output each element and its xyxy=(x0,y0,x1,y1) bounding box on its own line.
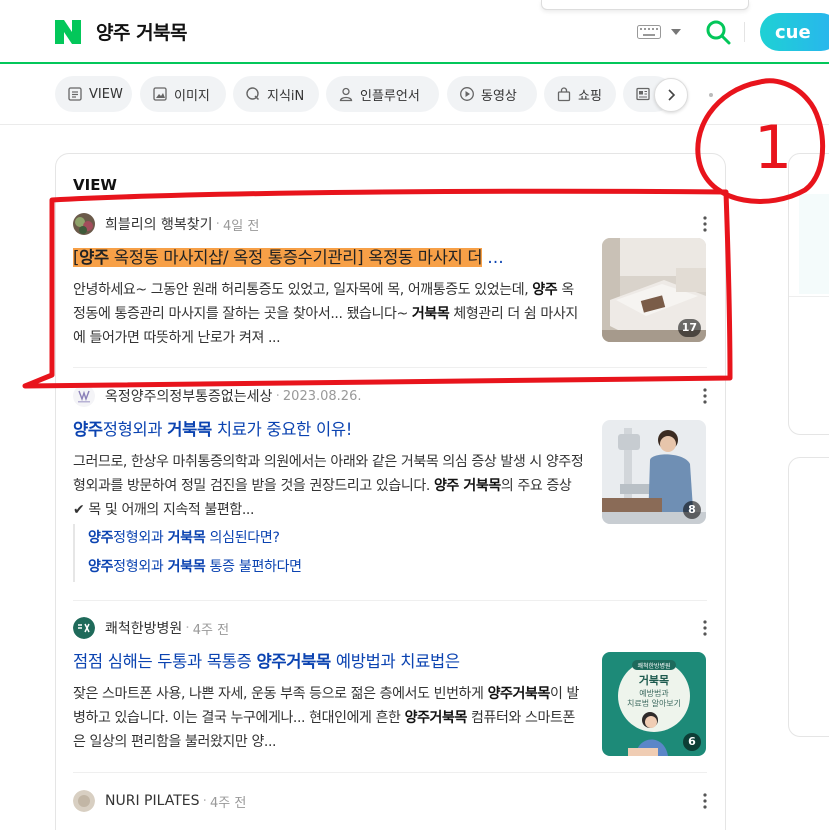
image-icon xyxy=(153,87,167,101)
post-date: 2023.08.26. xyxy=(282,388,362,404)
list-item: 옥정양주의정부통증없는세상 · 2023.08.26. 양주정형외과 거북목 치… xyxy=(73,384,707,594)
avatar xyxy=(73,213,95,235)
tab-scroll-next-button[interactable] xyxy=(654,78,688,112)
tab-label: 인플루언서 xyxy=(360,88,420,104)
separator: · xyxy=(215,216,220,232)
tab-video[interactable]: 동영상 xyxy=(447,76,537,112)
separator: · xyxy=(275,388,280,404)
post-date: 4주 전 xyxy=(209,795,247,811)
chevron-down-icon[interactable] xyxy=(671,29,681,35)
avatar xyxy=(73,790,95,812)
side-panel xyxy=(788,153,829,435)
tabs-divider xyxy=(0,124,829,125)
tab-image[interactable]: 이미지 xyxy=(140,76,226,112)
header-divider xyxy=(744,22,745,42)
image-count-badge: 6 xyxy=(683,733,701,751)
author-name: 희블리의 행복찾기 xyxy=(105,217,213,233)
tab-label: VIEW xyxy=(89,86,123,102)
tab-label: 지식iN xyxy=(267,88,305,104)
thumb-title: 거북목 xyxy=(639,673,669,687)
separator: · xyxy=(185,620,190,636)
post-title[interactable]: 양주정형외과 거북목 치료가 중요한 이유! xyxy=(73,416,583,440)
cue-button[interactable]: cue xyxy=(760,13,829,51)
chevron-right-icon xyxy=(668,89,676,101)
list-item: NURI PILATES · 4주 전 xyxy=(73,789,707,830)
thumb-line: 치료법 알아보기 xyxy=(627,698,681,708)
post-date: 4주 전 xyxy=(192,622,230,638)
author-name: 쾌척한방병원 xyxy=(105,621,183,637)
separator: · xyxy=(202,793,207,809)
post-thumbnail[interactable]: 쾌척한방병원 거북목 예방법과 치료법 알아보기 6 xyxy=(602,652,706,756)
bag-icon xyxy=(557,87,571,102)
avatar xyxy=(73,385,95,407)
post-description[interactable]: 안녕하세요~ 그동안 원래 허리통증도 있었고, 일자목에 목, 어깨통증도 있… xyxy=(73,278,585,350)
divider xyxy=(73,600,707,601)
related-links: 양주정형외과 거북목 의심된다면? 양주정형외과 거북목 통증 불편하다면 xyxy=(73,524,302,582)
naver-logo[interactable] xyxy=(55,20,81,44)
tab-influencer[interactable]: 인플루언서 xyxy=(326,76,439,112)
tab-view[interactable]: VIEW xyxy=(55,76,132,112)
tab-shopping[interactable]: 쇼핑 xyxy=(544,76,616,112)
image-count-badge: 8 xyxy=(683,501,701,519)
thumb-line: 예방법과 xyxy=(639,688,669,698)
more-vertical-icon[interactable] xyxy=(703,793,707,809)
news-icon xyxy=(636,87,650,101)
divider xyxy=(73,772,707,773)
post-thumbnail[interactable]: 17 xyxy=(602,238,706,342)
post-description[interactable]: 잦은 스마트폰 사용, 나쁜 자세, 운동 부족 등으로 젊은 층에서도 빈번하… xyxy=(73,682,585,754)
more-vertical-icon[interactable] xyxy=(703,216,707,232)
post-profile[interactable]: 쾌척한방병원 · 4주 전 xyxy=(73,616,229,640)
list-item: 희블리의 행복찾기 · 4일 전 [양주 옥정동 마사지샵/ 옥정 통증수기관리… xyxy=(73,212,707,362)
more-vertical-icon[interactable] xyxy=(703,388,707,404)
post-description[interactable]: 그러므로, 한상우 마취통증의학과 의원에서는 아래와 같은 거북목 의심 증상… xyxy=(73,450,585,522)
side-panel xyxy=(788,457,829,737)
author-name: NURI PILATES xyxy=(105,793,200,809)
image-count-badge: 17 xyxy=(677,319,701,337)
search-query[interactable]: 양주 거북목 xyxy=(96,18,188,45)
post-profile[interactable]: NURI PILATES · 4주 전 xyxy=(73,789,246,813)
more-vertical-icon[interactable] xyxy=(703,620,707,636)
thumb-tag: 쾌척한방병원 xyxy=(637,662,670,670)
post-profile[interactable]: 희블리의 행복찾기 · 4일 전 xyxy=(73,212,259,236)
kin-icon xyxy=(246,87,260,101)
tab-more-dot xyxy=(709,93,713,97)
search-icon[interactable] xyxy=(705,19,731,45)
search-header: 양주 거북목 cue xyxy=(0,0,829,64)
post-title[interactable]: 점점 심해는 두통과 목통증 양주거북목 예방법과 치료법은 xyxy=(73,648,583,672)
view-icon xyxy=(68,87,82,101)
person-icon xyxy=(339,87,353,102)
post-date: 4일 전 xyxy=(222,218,260,234)
related-link[interactable]: 양주정형외과 거북목 의심된다면? xyxy=(88,524,302,553)
keyboard-icon[interactable] xyxy=(637,25,661,39)
avatar xyxy=(73,617,95,639)
search-tabs: VIEW 이미지 지식iN 인플루언서 동영상 쇼핑 xyxy=(55,76,829,116)
list-item: 쾌척한방병원 · 4주 전 점점 심해는 두통과 목통증 양주거북목 예방법과 … xyxy=(73,616,707,766)
tab-label: 동영상 xyxy=(481,88,517,104)
post-profile[interactable]: 옥정양주의정부통증없는세상 · 2023.08.26. xyxy=(73,384,361,408)
tab-label: 쇼핑 xyxy=(578,88,602,104)
post-title[interactable]: [양주 옥정동 마사지샵/ 옥정 통증수기관리] 옥정동 마사지 더 … xyxy=(73,244,583,268)
section-title: VIEW xyxy=(73,176,117,194)
related-link[interactable]: 양주정형외과 거북목 통증 불편하다면 xyxy=(88,553,302,582)
tab-label: 이미지 xyxy=(174,88,210,104)
post-thumbnail[interactable]: 8 xyxy=(602,420,706,524)
play-icon xyxy=(460,87,474,101)
divider xyxy=(73,367,707,368)
author-name: 옥정양주의정부통증없는세상 xyxy=(105,389,273,405)
popup-edge xyxy=(541,0,749,10)
tab-kin[interactable]: 지식iN xyxy=(233,76,319,112)
